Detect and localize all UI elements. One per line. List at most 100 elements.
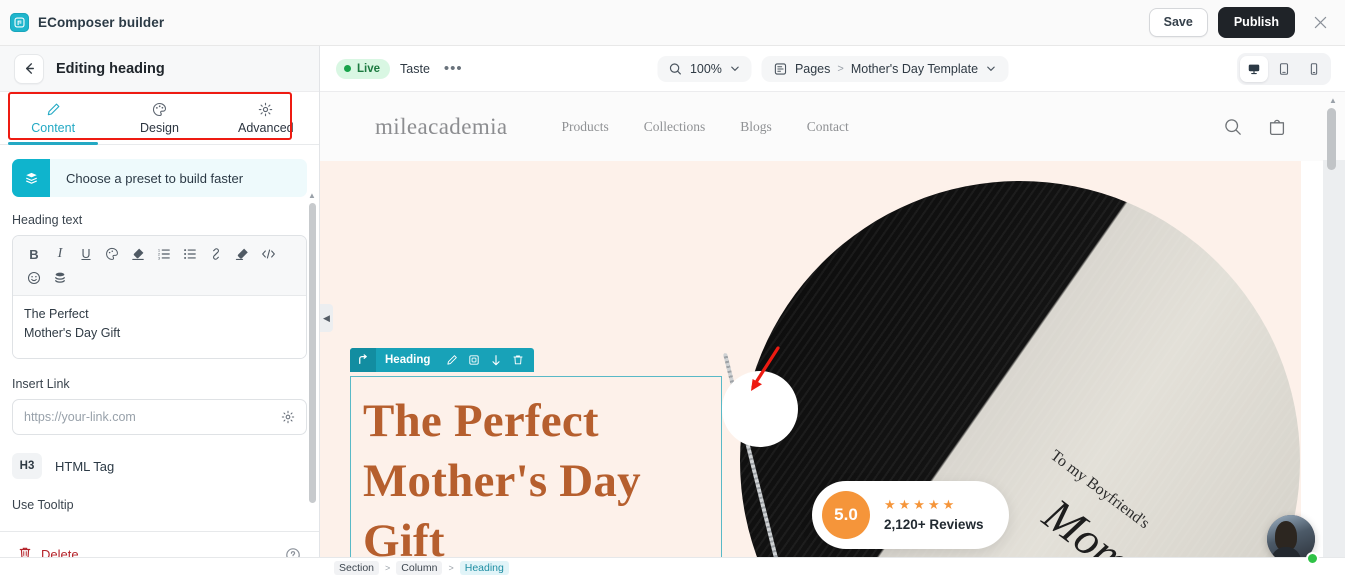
pages-breadcrumb[interactable]: Pages > Mother's Day Template [761, 55, 1009, 82]
gear-icon[interactable] [281, 410, 295, 424]
ordered-list-icon[interactable]: 123 [151, 243, 177, 265]
ellipsis-icon[interactable]: ••• [440, 61, 467, 76]
move-handle-icon[interactable] [350, 348, 376, 372]
code-icon[interactable] [255, 243, 281, 265]
body-row: Editing heading Content Design Advanced … [0, 46, 1345, 577]
text-color-icon[interactable] [99, 243, 125, 265]
tablet-icon[interactable] [1270, 56, 1298, 82]
close-icon[interactable] [1309, 12, 1331, 34]
publish-button[interactable]: Publish [1217, 7, 1295, 38]
heading-element-box[interactable]: The Perfect Mother's Day Gift [350, 376, 722, 577]
underline-icon[interactable]: U [73, 243, 99, 265]
tab-advanced-label: Advanced [238, 120, 294, 135]
review-count: 2,120+ Reviews [884, 517, 984, 532]
canvas-toolbar: Live Taste ••• 100% Pages > Mother's Day… [320, 46, 1345, 92]
svg-text:3: 3 [158, 255, 161, 260]
heading-text-line2: Mother's Day Gift [24, 326, 121, 341]
sidebar-tabs: Content Design Advanced [0, 92, 319, 145]
zoom-control[interactable]: 100% [656, 55, 752, 82]
pages-label: Pages [794, 61, 831, 76]
canvas-toolbar-center: 100% Pages > Mother's Day Template [656, 55, 1009, 82]
rich-text-editor: B I U 123 The Perfect Mother's Day Gift [12, 235, 307, 359]
insert-link-label: Insert Link [12, 377, 70, 391]
nav-item-blogs[interactable]: Blogs [740, 119, 772, 135]
tab-content[interactable]: Content [0, 92, 106, 145]
link-icon[interactable] [203, 243, 229, 265]
pages-icon [774, 62, 788, 76]
canvas-scrollbar[interactable]: ▲ [1323, 92, 1345, 577]
html-tag-row: H3 HTML Tag [12, 453, 307, 479]
collapse-sidebar-icon[interactable]: ◀ [320, 304, 333, 332]
hero-heading: The Perfect Mother's Day Gift [363, 395, 641, 568]
insert-link-field[interactable] [12, 399, 307, 435]
breadcrumb-column[interactable]: Column [396, 560, 443, 575]
heading-text-line1: The Perfect [24, 307, 89, 321]
element-breadcrumb: Section > Column > Heading [0, 557, 1345, 577]
breadcrumb-separator: > [448, 562, 454, 573]
breadcrumb-heading[interactable]: Heading [459, 560, 509, 575]
bold-icon[interactable]: B [21, 243, 47, 265]
highlight-icon[interactable] [125, 243, 151, 265]
pencil-icon [46, 102, 61, 117]
chevron-down-icon[interactable] [985, 63, 996, 74]
desktop-icon[interactable] [1240, 55, 1268, 82]
insert-link-input[interactable] [24, 410, 281, 424]
theme-name[interactable]: Taste [400, 62, 430, 76]
heading-text-input[interactable]: The Perfect Mother's Day Gift [13, 296, 306, 358]
heading-element-selected[interactable]: Heading The Perfect Mother's Day Gift [350, 348, 722, 577]
site-preview: mileacademia Products Collections Blogs … [320, 92, 1323, 577]
nav-item-contact[interactable]: Contact [807, 119, 849, 135]
review-badge: 5.0 ★★★★★ 2,120+ Reviews [812, 481, 1010, 549]
element-toolbar: Heading [350, 348, 535, 372]
heading-text-label: Heading text [12, 213, 83, 227]
mobile-icon[interactable] [1300, 56, 1328, 82]
white-highlight [722, 371, 798, 447]
layers-icon [12, 159, 50, 197]
nav-item-collections[interactable]: Collections [644, 119, 706, 135]
live-status-badge[interactable]: Live [336, 58, 391, 79]
scroll-up-icon[interactable]: ▲ [1329, 96, 1337, 105]
italic-icon[interactable]: I [47, 243, 73, 265]
html-tag-label: HTML Tag [55, 458, 115, 474]
breadcrumb-separator: > [385, 562, 391, 573]
brand-name: EComposer builder [38, 15, 165, 30]
site-nav: Products Collections Blogs Contact [562, 119, 849, 135]
site-logo: mileacademia [375, 113, 508, 139]
search-icon[interactable] [1223, 117, 1243, 137]
dynamic-source-icon[interactable] [47, 267, 73, 289]
tab-advanced[interactable]: Advanced [213, 92, 319, 144]
canvas-scrollbar-thumb[interactable] [1327, 108, 1336, 170]
sidebar-scrollbar[interactable]: ▲ ▼ [308, 191, 316, 531]
ecomposer-builder-app: EComposer builder Save Publish Editing h… [0, 0, 1345, 577]
topbar-actions: Save Publish [1148, 7, 1331, 38]
choose-preset-button[interactable]: Choose a preset to build faster [12, 159, 307, 197]
emoji-icon[interactable] [21, 267, 47, 289]
nav-item-products[interactable]: Products [562, 119, 609, 135]
sidebar-scrollbar-thumb[interactable] [309, 203, 316, 503]
gear-icon [258, 102, 273, 117]
sidebar-tabs-wrap: Content Design Advanced [0, 92, 319, 145]
chevron-down-icon [730, 63, 741, 74]
device-switcher [1237, 52, 1331, 85]
page-title: Editing heading [56, 60, 165, 77]
copy-icon[interactable] [463, 348, 485, 372]
shopping-bag-icon[interactable] [1267, 117, 1287, 137]
site-header-icons [1223, 117, 1287, 137]
trash-icon[interactable] [507, 348, 529, 372]
bullet-list-icon[interactable] [177, 243, 203, 265]
tab-design-label: Design [140, 120, 179, 135]
scroll-up-icon[interactable]: ▲ [308, 191, 316, 200]
rich-text-toolbar: B I U 123 [13, 236, 306, 296]
arrow-down-icon[interactable] [485, 348, 507, 372]
arrow-left-icon[interactable] [14, 53, 44, 84]
breadcrumb-section[interactable]: Section [334, 560, 380, 575]
html-tag-value[interactable]: H3 [12, 453, 42, 479]
canvas: mileacademia Products Collections Blogs … [320, 92, 1345, 577]
sidebar-content: Choose a preset to build faster Heading … [0, 145, 319, 531]
pencil-icon[interactable] [441, 348, 463, 372]
chat-online-indicator [1306, 552, 1319, 565]
current-page-name: Mother's Day Template [850, 61, 979, 76]
tab-design[interactable]: Design [106, 92, 212, 144]
clear-format-icon[interactable] [229, 243, 255, 265]
save-button[interactable]: Save [1148, 8, 1208, 37]
